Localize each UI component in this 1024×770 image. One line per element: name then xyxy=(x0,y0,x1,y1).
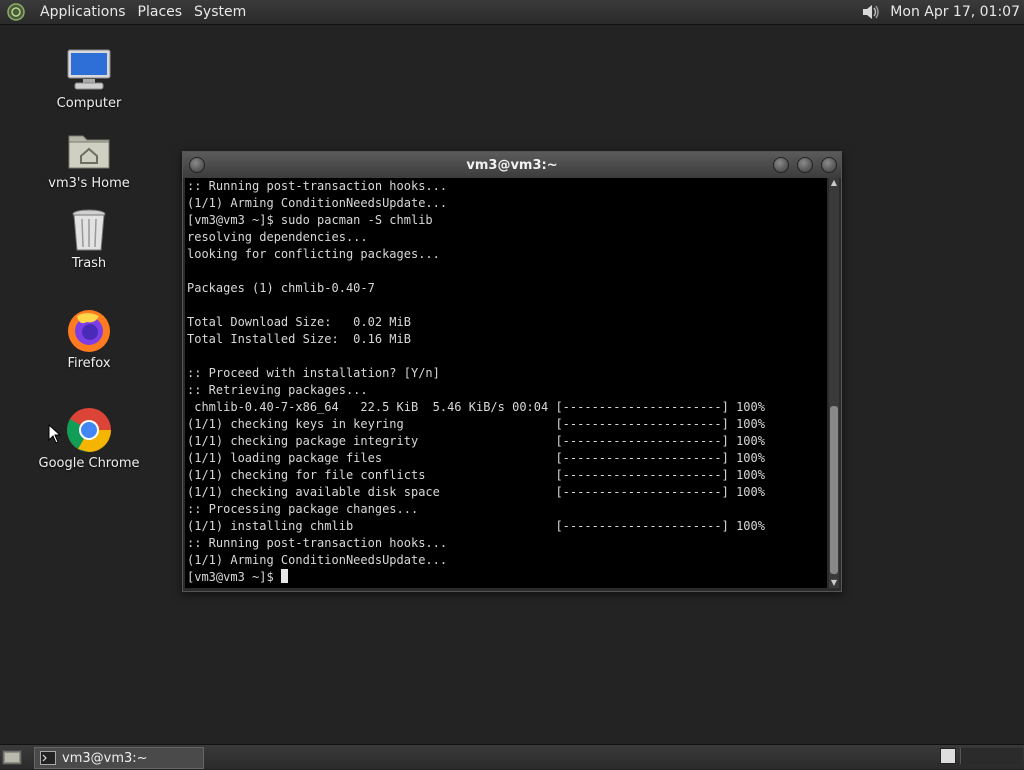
menu-system[interactable]: System xyxy=(188,0,252,24)
distro-logo-icon[interactable] xyxy=(5,1,27,23)
terminal-text: :: Running post-transaction hooks... (1/… xyxy=(187,179,765,584)
minimize-button[interactable] xyxy=(773,157,789,173)
desktop-icon-firefox[interactable]: Firefox xyxy=(34,306,144,371)
close-button[interactable] xyxy=(821,157,837,173)
terminal-window[interactable]: vm3@vm3:~ :: Running post-transaction ho… xyxy=(182,151,842,592)
desktop-icon-trash[interactable]: Trash xyxy=(34,206,144,271)
desktop-icon-label: Google Chrome xyxy=(38,456,140,471)
volume-icon[interactable] xyxy=(858,0,884,24)
desktop-icon-label: Computer xyxy=(56,96,122,111)
desktop-icon-label: Trash xyxy=(71,256,107,271)
desktop-icon-home[interactable]: vm3's Home xyxy=(34,126,144,191)
home-folder-icon xyxy=(65,126,113,174)
bottom-panel: vm3@vm3:~ xyxy=(0,744,1024,769)
taskbar-terminal-button[interactable]: vm3@vm3:~ xyxy=(34,747,204,769)
terminal-titlebar[interactable]: vm3@vm3:~ xyxy=(183,152,841,178)
show-desktop-icon[interactable] xyxy=(2,748,22,766)
firefox-icon xyxy=(65,306,113,354)
workspace-switcher-2[interactable] xyxy=(960,748,1023,764)
clock[interactable]: Mon Apr 17, 01:07 xyxy=(884,4,1024,20)
taskbar-label: vm3@vm3:~ xyxy=(62,750,148,766)
menu-applications[interactable]: Applications xyxy=(34,0,132,24)
chrome-icon xyxy=(65,406,113,454)
terminal-scrollbar[interactable]: ▲ ▼ xyxy=(829,178,839,588)
terminal-cursor xyxy=(280,569,288,583)
desktop-icon-label: vm3's Home xyxy=(48,176,130,191)
desktop-icon-computer[interactable]: Computer xyxy=(34,46,144,111)
maximize-button[interactable] xyxy=(797,157,813,173)
scroll-down-icon[interactable]: ▼ xyxy=(829,578,839,588)
window-title: vm3@vm3:~ xyxy=(466,157,558,173)
terminal-output[interactable]: :: Running post-transaction hooks... (1/… xyxy=(185,178,827,588)
menu-places[interactable]: Places xyxy=(132,0,189,24)
workspace-switcher-1[interactable] xyxy=(940,748,956,764)
computer-icon xyxy=(65,46,113,94)
mouse-pointer-icon xyxy=(48,423,62,444)
terminal-icon xyxy=(40,751,56,765)
scrollbar-thumb[interactable] xyxy=(830,406,838,574)
window-menu-button[interactable] xyxy=(189,157,205,173)
top-panel: Applications Places System Mon Apr 17, 0… xyxy=(0,0,1024,25)
scroll-up-icon[interactable]: ▲ xyxy=(829,178,839,188)
desktop-icon-label: Firefox xyxy=(67,356,111,371)
trash-icon xyxy=(65,206,113,254)
